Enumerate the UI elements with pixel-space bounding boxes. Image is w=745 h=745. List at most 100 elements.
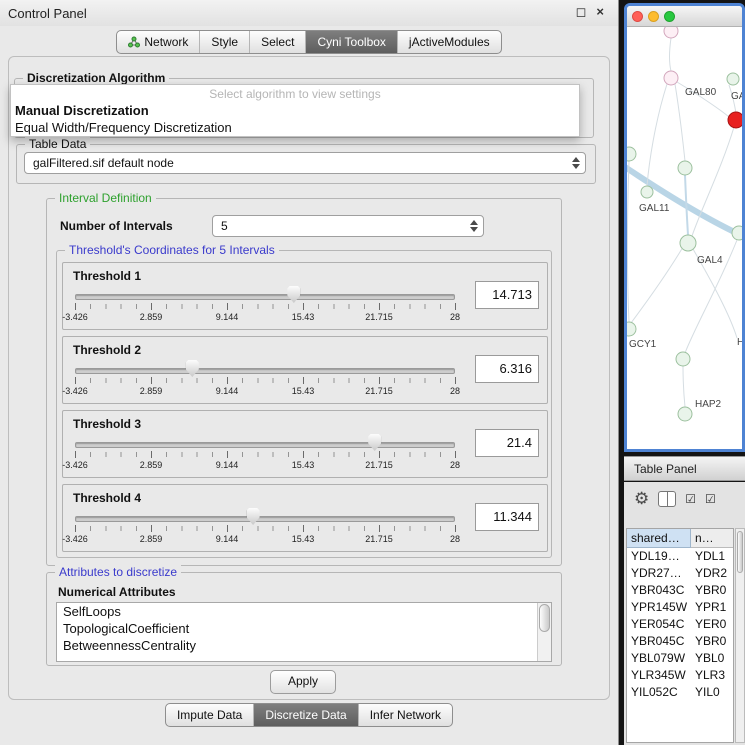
slider-major-tick bbox=[151, 525, 152, 532]
table-cell[interactable]: YBL0 bbox=[691, 650, 733, 667]
network-view-window[interactable]: GAL80GAGAL11GAL4GCY1HHAP2 bbox=[624, 3, 745, 452]
tab-select[interactable]: Select bbox=[249, 31, 305, 53]
table-row[interactable]: YER054CYER0 bbox=[627, 616, 733, 633]
table-cell[interactable]: YER054C bbox=[627, 616, 691, 633]
zoom-traffic-light[interactable] bbox=[664, 11, 675, 22]
table-header-row: shared… n… bbox=[627, 529, 733, 548]
titlebar[interactable]: Control Panel ◻ × bbox=[0, 0, 618, 26]
table-cell[interactable]: YDL19… bbox=[627, 548, 691, 565]
network-node[interactable] bbox=[664, 71, 678, 85]
table-panel-header[interactable]: Table Panel bbox=[624, 456, 745, 481]
table-cell[interactable]: YDL1 bbox=[691, 548, 733, 565]
table-row[interactable]: YDR27…YDR2 bbox=[627, 565, 733, 582]
network-node[interactable] bbox=[732, 226, 742, 240]
checkbox-icon[interactable]: ☑ bbox=[705, 492, 716, 506]
tab-network[interactable]: Network bbox=[117, 31, 199, 53]
slider-ticks bbox=[75, 452, 455, 457]
network-node[interactable] bbox=[627, 322, 636, 336]
network-node[interactable] bbox=[728, 112, 742, 128]
table-cell[interactable]: YIL0 bbox=[691, 684, 733, 701]
table-row[interactable]: YBR043CYBR0 bbox=[627, 582, 733, 599]
table-row[interactable]: YIL052CYIL0 bbox=[627, 684, 733, 701]
close-traffic-light[interactable] bbox=[632, 11, 643, 22]
table-cell[interactable]: YBR045C bbox=[627, 633, 691, 650]
slider-thumb[interactable] bbox=[368, 434, 381, 451]
control-panel-window: Control Panel ◻ × Network Style Select C… bbox=[0, 0, 619, 745]
table-row[interactable]: YBR045CYBR0 bbox=[627, 633, 733, 650]
slider-scale-label: 2.859 bbox=[140, 386, 163, 396]
slider-track[interactable] bbox=[75, 294, 455, 300]
table-cell[interactable]: YDR27… bbox=[627, 565, 691, 582]
table-row[interactable]: YPR145WYPR1 bbox=[627, 599, 733, 616]
tab-impute-data[interactable]: Impute Data bbox=[166, 704, 253, 726]
table-cell[interactable]: YBR043C bbox=[627, 582, 691, 599]
table-cell[interactable]: YBR0 bbox=[691, 633, 733, 650]
slider-track[interactable] bbox=[75, 516, 455, 522]
tab-style[interactable]: Style bbox=[199, 31, 249, 53]
threshold-value-field[interactable]: 6.316 bbox=[475, 355, 539, 383]
network-window-titlebar[interactable] bbox=[627, 6, 742, 27]
table-cell[interactable]: YPR145W bbox=[627, 599, 691, 616]
threshold-value-field[interactable]: 14.713 bbox=[475, 281, 539, 309]
threshold-value-field[interactable]: 11.344 bbox=[475, 503, 539, 531]
tab-discretize-data[interactable]: Discretize Data bbox=[253, 704, 357, 726]
table-cell[interactable]: YER0 bbox=[691, 616, 733, 633]
table-data-select[interactable]: galFiltered.sif default node bbox=[24, 152, 586, 174]
tab-jactivemodules[interactable]: jActiveModules bbox=[397, 31, 501, 53]
network-node[interactable] bbox=[641, 186, 653, 198]
table-row[interactable]: YLR345WYLR3 bbox=[627, 667, 733, 684]
table-row[interactable]: YDL19…YDL1 bbox=[627, 548, 733, 565]
threshold-slider[interactable]: -3.4262.8599.14415.4321.71528 bbox=[75, 359, 455, 397]
scrollbar-thumb[interactable] bbox=[737, 531, 743, 573]
minimize-traffic-light[interactable] bbox=[648, 11, 659, 22]
network-node[interactable] bbox=[664, 27, 678, 38]
attribute-item[interactable]: TopologicalCoefficient bbox=[57, 620, 551, 637]
table-scrollbar[interactable] bbox=[735, 528, 745, 743]
column-header-shared-name[interactable]: shared… bbox=[627, 529, 691, 548]
threshold-slider[interactable]: -3.4262.8599.14415.4321.71528 bbox=[75, 433, 455, 471]
network-node[interactable] bbox=[676, 352, 690, 366]
algorithm-option-manual[interactable]: Manual Discretization bbox=[11, 102, 579, 119]
network-node[interactable] bbox=[678, 407, 692, 421]
attribute-item[interactable]: BetweennessCentrality bbox=[57, 637, 551, 654]
slider-thumb[interactable] bbox=[247, 508, 260, 525]
list-scrollbar[interactable] bbox=[537, 603, 551, 661]
table-cell[interactable]: YDR2 bbox=[691, 565, 733, 582]
table-cell[interactable]: YLR345W bbox=[627, 667, 691, 684]
slider-track[interactable] bbox=[75, 442, 455, 448]
tab-label: jActiveModules bbox=[409, 35, 490, 49]
tab-infer-network[interactable]: Infer Network bbox=[358, 704, 452, 726]
columns-icon[interactable] bbox=[658, 491, 676, 507]
algorithm-option-equal-width[interactable]: Equal Width/Frequency Discretization bbox=[11, 119, 579, 136]
network-node[interactable] bbox=[680, 235, 696, 251]
column-header-name[interactable]: n… bbox=[691, 529, 733, 548]
threshold-slider[interactable]: -3.4262.8599.14415.4321.71528 bbox=[75, 285, 455, 323]
network-node[interactable] bbox=[627, 147, 636, 161]
table-cell[interactable]: YIL052C bbox=[627, 684, 691, 701]
apply-button[interactable]: Apply bbox=[270, 670, 336, 694]
table-cell[interactable]: YBR0 bbox=[691, 582, 733, 599]
attributes-legend: Attributes to discretize bbox=[55, 565, 181, 579]
table-row[interactable]: YBL079WYBL0 bbox=[627, 650, 733, 667]
table-body: YDL19…YDL1YDR27…YDR2YBR043CYBR0YPR145WYP… bbox=[627, 548, 733, 701]
scrollbar-thumb[interactable] bbox=[539, 604, 550, 632]
threshold-value-field[interactable]: 21.4 bbox=[475, 429, 539, 457]
table-cell[interactable]: YPR1 bbox=[691, 599, 733, 616]
network-node[interactable] bbox=[678, 161, 692, 175]
number-of-intervals-select[interactable]: 5 bbox=[212, 215, 484, 237]
network-node[interactable] bbox=[727, 73, 739, 85]
threshold-slider[interactable]: -3.4262.8599.14415.4321.71528 bbox=[75, 507, 455, 545]
table-cell[interactable]: YBL079W bbox=[627, 650, 691, 667]
network-canvas[interactable]: GAL80GAGAL11GAL4GCY1HHAP2 bbox=[627, 27, 742, 450]
tab-cyni-toolbox[interactable]: Cyni Toolbox bbox=[305, 31, 396, 53]
slider-track[interactable] bbox=[75, 368, 455, 374]
numerical-attributes-list[interactable]: SelfLoopsTopologicalCoefficientBetweenne… bbox=[56, 602, 552, 662]
gear-icon[interactable]: ⚙ bbox=[634, 490, 649, 507]
table-cell[interactable]: YLR3 bbox=[691, 667, 733, 684]
close-window-icon[interactable]: × bbox=[596, 4, 604, 20]
slider-thumb[interactable] bbox=[186, 360, 199, 377]
float-window-icon[interactable]: ◻ bbox=[576, 4, 587, 20]
slider-thumb[interactable] bbox=[287, 286, 300, 303]
select-all-checkbox-icon[interactable]: ☑ bbox=[685, 492, 696, 506]
attribute-item[interactable]: SelfLoops bbox=[57, 603, 551, 620]
